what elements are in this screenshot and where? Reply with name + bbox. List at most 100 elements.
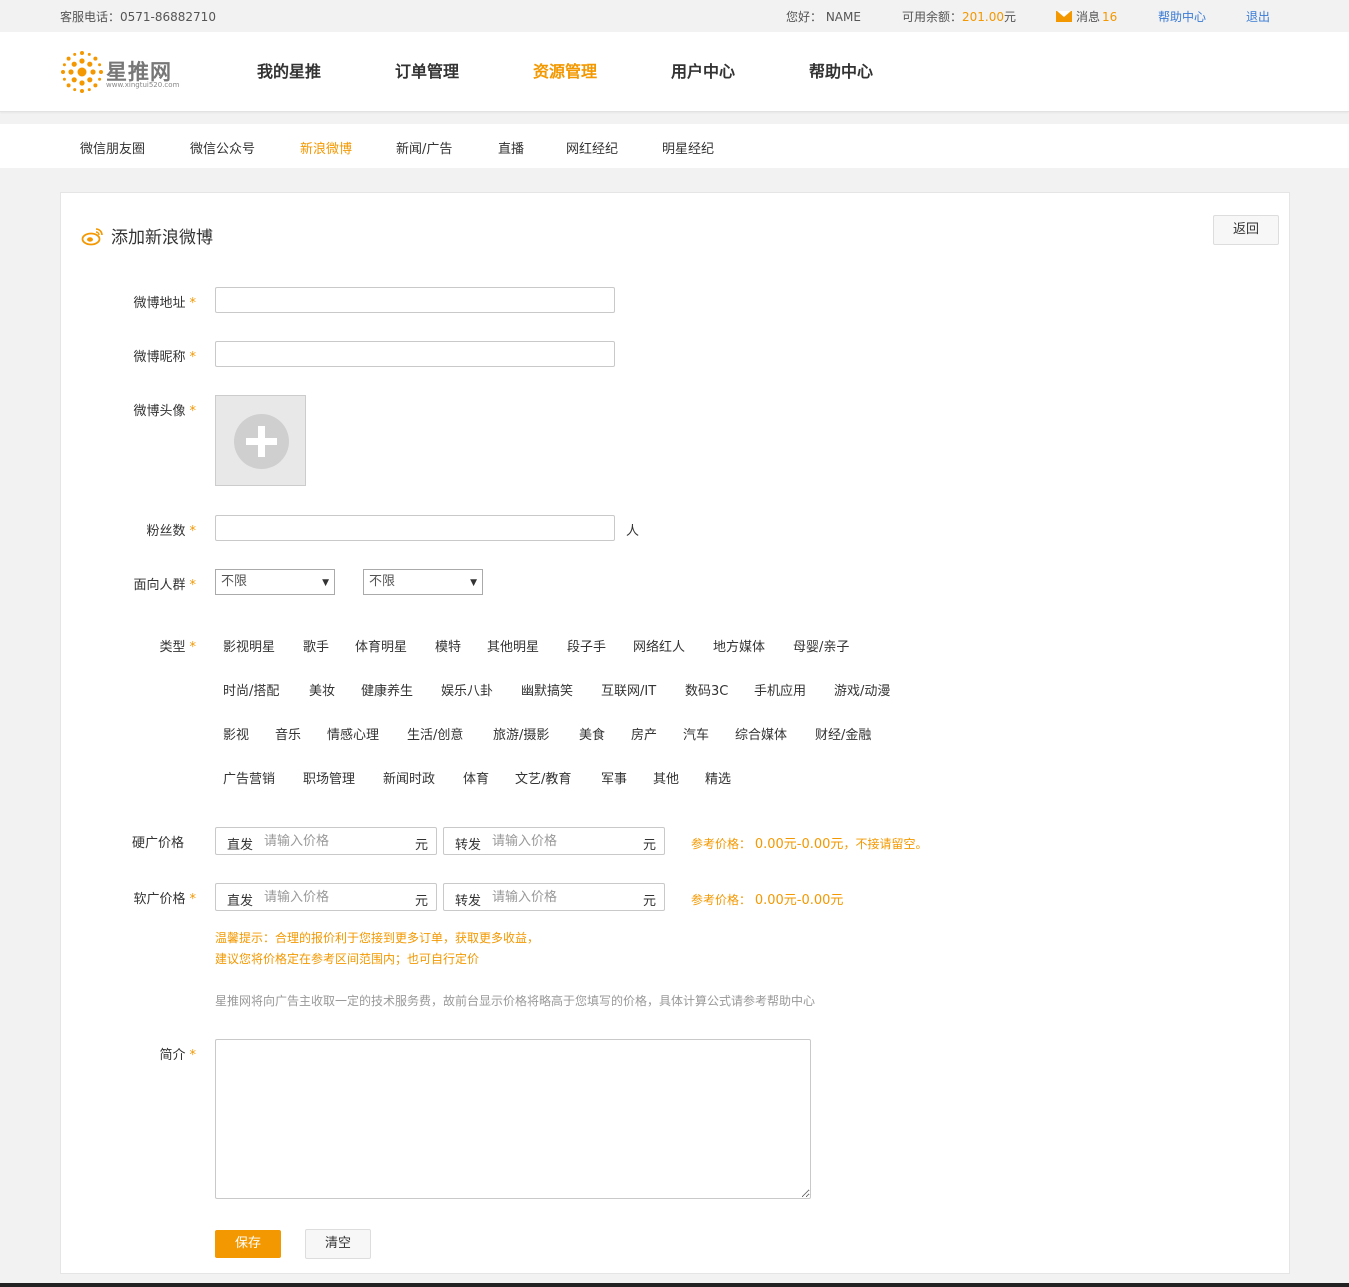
soft-ref-value: 0.00元-0.00元 [754,893,844,908]
subnav-news-ads[interactable]: 新闻/广告 [396,138,452,157]
soft-repost-price-input[interactable] [492,887,637,907]
type-tag[interactable]: 职场管理 [303,768,355,787]
type-tag[interactable]: 精选 [705,768,731,787]
balance-label: 可用余额： [902,10,963,24]
subnav-star-agent[interactable]: 明星经纪 [662,138,714,157]
nav-orders[interactable]: 订单管理 [358,32,496,112]
back-button[interactable]: 返回 [1213,215,1279,245]
nav-my-xingtui[interactable]: 我的星推 [220,32,358,112]
hard-reference-price: 参考价格： 0.00元-0.00元，不接请留空。 [691,833,927,852]
type-tag[interactable]: 影视 [223,724,249,743]
type-tag[interactable]: 体育 [463,768,489,787]
type-tag[interactable]: 生活/创意 [407,724,463,743]
soft-direct-price-field[interactable]: 直发 元 [215,883,437,911]
yuan-unit: 元 [642,894,656,909]
logo-url: www.xingtui520.com [106,81,180,89]
hard-repost-price-field[interactable]: 转发 元 [443,827,665,855]
hard-repost-price-input[interactable] [492,831,637,851]
fans-count-input[interactable] [215,515,615,541]
save-button[interactable]: 保存 [215,1230,281,1258]
mail-icon [1056,11,1072,22]
main-nav: 我的星推 订单管理 资源管理 用户中心 帮助中心 [220,32,910,112]
fans-unit: 人 [626,524,640,539]
subnav-live[interactable]: 直播 [498,138,524,157]
type-tag[interactable]: 其他 [653,768,679,787]
avatar-upload[interactable] [215,395,306,486]
soft-repost-price-field[interactable]: 转发 元 [443,883,665,911]
subnav-sina-weibo[interactable]: 新浪微博 [300,138,352,157]
ref-label: 参考价格： [691,837,752,851]
intro-label-text: 简介 [159,1048,186,1063]
messages-link[interactable]: 消息 16 [1056,8,1117,25]
type-tag[interactable]: 母婴/亲子 [793,636,849,655]
audience-select-1[interactable]: 不限 ▼ [215,569,335,595]
type-tag[interactable]: 财经/金融 [815,724,871,743]
fans-label: 粉丝数 * [76,520,196,539]
logout-link[interactable]: 退出 [1246,8,1270,25]
add-weibo-panel: 添加新浪微博 返回 微博地址 * 微博昵称 * 微博头像 * 粉丝数 * 人 面向人群 *… [60,192,1290,1274]
type-tag[interactable]: 房产 [631,724,657,743]
subnav-influencer-agent[interactable]: 网红经纪 [566,138,618,157]
logo-sun-icon [61,51,103,93]
type-tag[interactable]: 游戏/动漫 [834,680,890,699]
top-bar: 客服电话：0571-86882710 您好： NAME 可用余额：201.00元… [0,0,1349,32]
subnav-wechat-moments[interactable]: 微信朋友圈 [80,138,145,157]
type-tag[interactable]: 情感心理 [327,724,379,743]
subnav-wechat-official[interactable]: 微信公众号 [190,138,255,157]
type-tag[interactable]: 模特 [435,636,461,655]
type-tag[interactable]: 娱乐八卦 [441,680,493,699]
type-tag[interactable]: 网络红人 [633,636,685,655]
weibo-url-label: 微博地址 * [76,292,196,311]
type-tag[interactable]: 地方媒体 [713,636,765,655]
required-mark: * [189,350,197,365]
type-tag[interactable]: 综合媒体 [735,724,787,743]
add-plus-icon [234,414,289,469]
yuan-unit: 元 [414,838,428,853]
sub-nav: 微信朋友圈 微信公众号 新浪微博 新闻/广告 直播 网红经纪 明星经纪 [0,124,1349,168]
type-tag[interactable]: 时尚/搭配 [223,680,279,699]
type-tag[interactable]: 手机应用 [754,680,806,699]
type-tag[interactable]: 旅游/摄影 [493,724,549,743]
type-tag[interactable]: 文艺/教育 [515,768,571,787]
clear-button[interactable]: 清空 [305,1229,371,1259]
type-tag[interactable]: 互联网/IT [601,680,656,699]
type-tag[interactable]: 体育明星 [355,636,407,655]
messages-label: 消息 [1076,10,1101,24]
soft-direct-price-input[interactable] [264,887,409,907]
required-mark: * [189,296,197,311]
type-tag[interactable]: 健康养生 [361,680,413,699]
type-tag[interactable]: 新闻时政 [383,768,435,787]
balance-amount: 201.00 [962,10,1005,24]
type-tag[interactable]: 广告营销 [223,768,275,787]
weibo-url-input[interactable] [215,287,615,313]
nav-help-center[interactable]: 帮助中心 [772,32,910,112]
type-tag[interactable]: 影视明星 [223,636,275,655]
weibo-nickname-label-text: 微博昵称 [133,350,186,365]
panel-title-text: 添加新浪微博 [111,228,213,248]
hard-direct-price-input[interactable] [264,831,409,851]
direct-label: 直发 [227,838,254,853]
type-tag[interactable]: 汽车 [683,724,709,743]
type-tag[interactable]: 歌手 [303,636,329,655]
nav-resources[interactable]: 资源管理 [496,32,634,112]
type-tag[interactable]: 段子手 [567,636,606,655]
type-tag[interactable]: 其他明星 [487,636,539,655]
type-tag[interactable]: 美食 [579,724,605,743]
type-tag[interactable]: 幽默搞笑 [521,680,573,699]
weibo-url-label-text: 微博地址 [133,296,186,311]
type-tag[interactable]: 美妆 [309,680,335,699]
audience-select-2-value: 不限 [369,574,396,589]
intro-textarea[interactable] [215,1039,811,1199]
site-logo[interactable]: 星推网 www.xingtui520.com [60,48,190,94]
type-tag[interactable]: 音乐 [275,724,301,743]
hard-direct-price-field[interactable]: 直发 元 [215,827,437,855]
audience-label-text: 面向人群 [133,578,186,593]
hard-ref-note: ，不接请留空。 [843,837,928,851]
weibo-nickname-input[interactable] [215,341,615,367]
type-tag[interactable]: 数码3C [685,680,728,699]
help-center-link[interactable]: 帮助中心 [1158,8,1206,25]
nav-user-center[interactable]: 用户中心 [634,32,772,112]
audience-select-2[interactable]: 不限 ▼ [363,569,483,595]
bottom-edge [0,1283,1349,1287]
type-tag[interactable]: 军事 [601,768,627,787]
